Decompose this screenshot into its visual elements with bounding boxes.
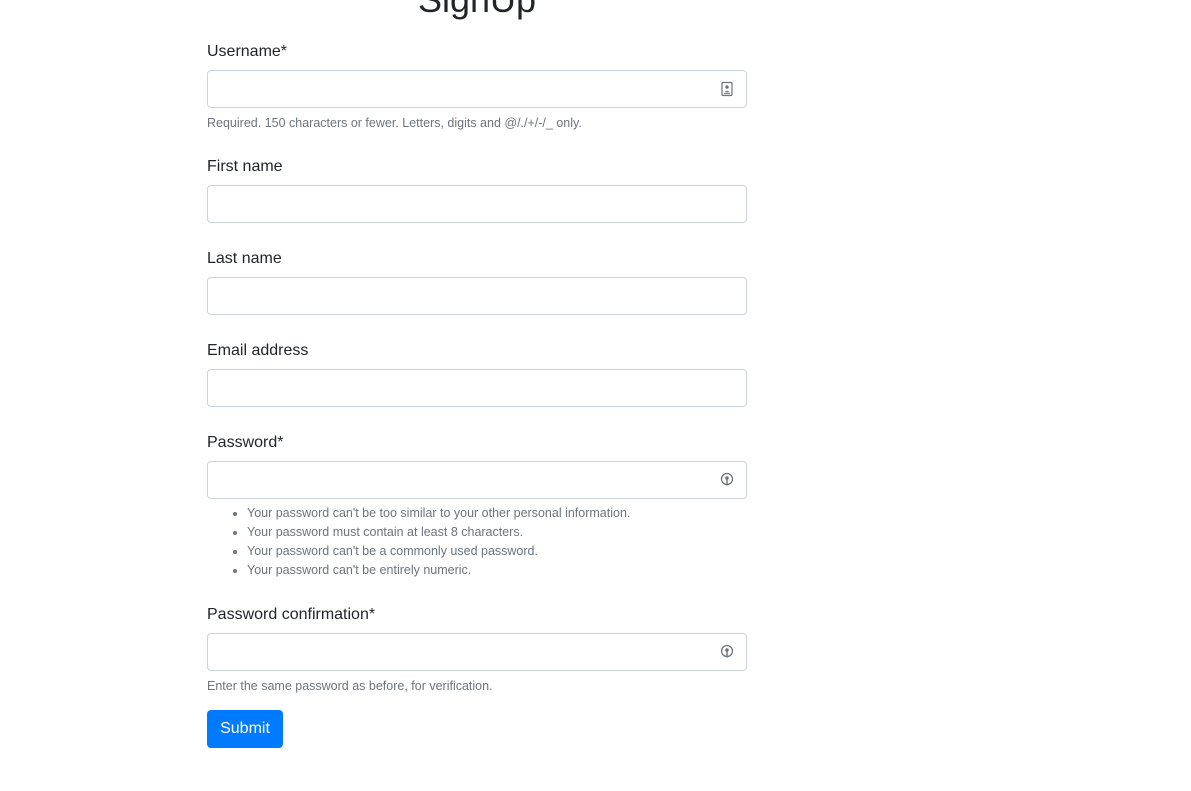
password-label: Password* — [207, 434, 284, 451]
password-rule-item: Your password can't be too similar to yo… — [247, 504, 630, 523]
username-field[interactable] — [207, 70, 747, 108]
username-help-text: Required. 150 characters or fewer. Lette… — [207, 116, 582, 130]
password-field[interactable] — [207, 461, 747, 499]
password-input[interactable] — [208, 462, 746, 498]
password-key-icon[interactable] — [719, 644, 735, 660]
password-rule-item: Your password must contain at least 8 ch… — [247, 523, 630, 542]
email-label: Email address — [207, 342, 309, 359]
first-name-input[interactable] — [208, 186, 746, 222]
first-name-label: First name — [207, 158, 283, 175]
password-rule-item: Your password can't be a commonly used p… — [247, 542, 630, 561]
password-confirmation-help-text: Enter the same password as before, for v… — [207, 679, 493, 693]
last-name-input[interactable] — [208, 278, 746, 314]
password-confirmation-field[interactable] — [207, 633, 747, 671]
password-confirmation-input[interactable] — [208, 634, 746, 670]
contact-card-icon[interactable] — [719, 81, 735, 97]
page-title: SignUp — [0, 0, 954, 22]
password-key-icon[interactable] — [719, 472, 735, 488]
username-input[interactable] — [208, 71, 746, 107]
email-field[interactable] — [207, 369, 747, 407]
password-rules-list: Your password can't be too similar to yo… — [207, 504, 630, 580]
password-confirmation-label: Password confirmation* — [207, 606, 376, 623]
email-input[interactable] — [208, 370, 746, 406]
submit-button[interactable]: Submit — [207, 710, 283, 748]
first-name-field[interactable] — [207, 185, 747, 223]
last-name-label: Last name — [207, 250, 282, 267]
last-name-field[interactable] — [207, 277, 747, 315]
username-label: Username* — [207, 43, 288, 60]
password-rule-item: Your password can't be entirely numeric. — [247, 561, 630, 580]
signup-page: SignUp Username* Required. 150 character… — [0, 0, 1191, 791]
